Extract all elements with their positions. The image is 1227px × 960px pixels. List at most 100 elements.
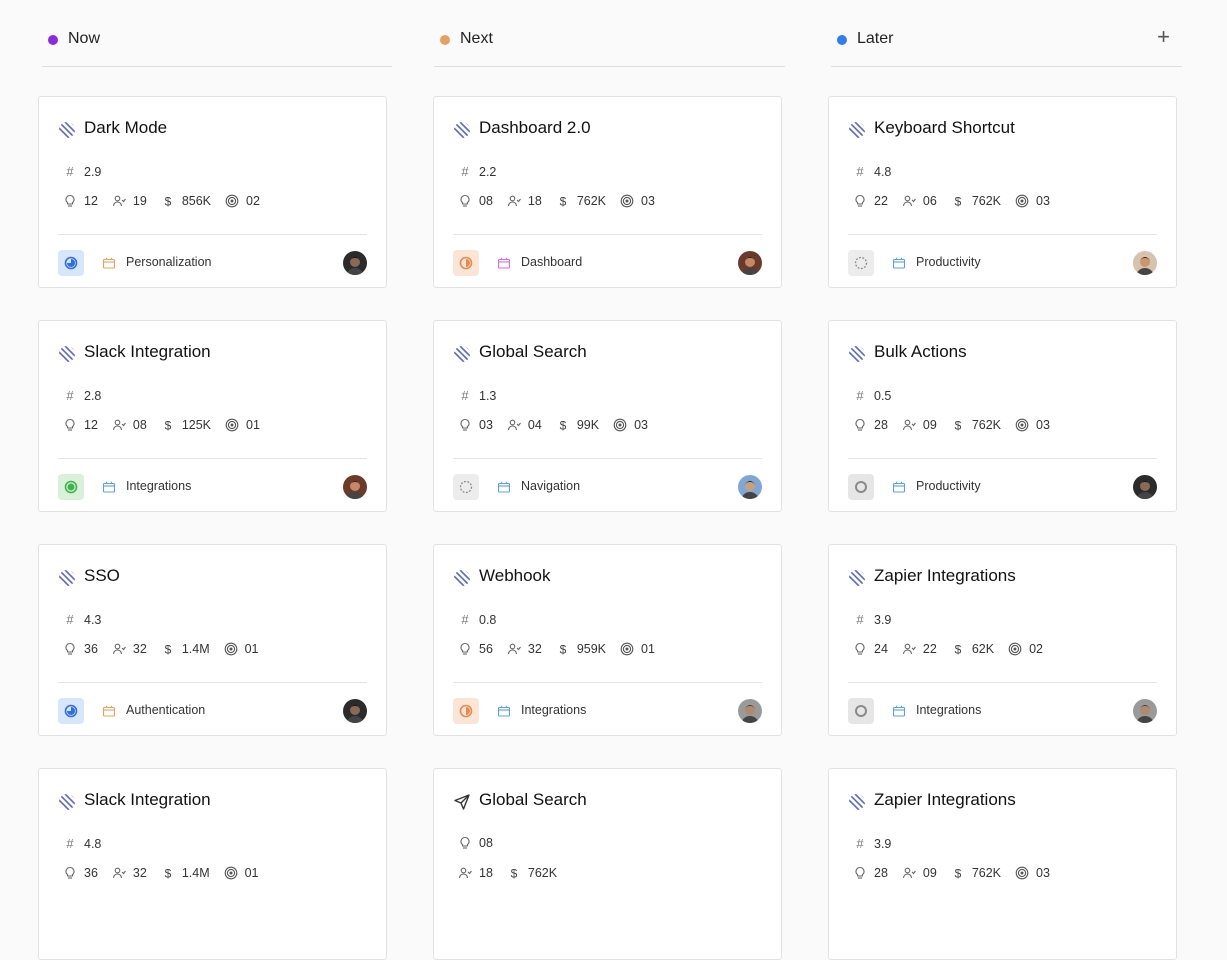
revenue-value-value: 762K [971,418,1002,432]
feature-card[interactable]: Slack Integration #2.8 12 08 $125K 01 Integrat… [38,320,387,512]
card-title: Slack Integration [84,342,211,361]
score-row: #0.5 [853,388,891,403]
ideas-count-value: 08 [479,836,493,850]
status-icon[interactable] [848,250,874,276]
feature-card[interactable]: SSO #4.3 36 32 $1.4M 01 Authentication [38,544,387,736]
revenue-value-value: 1.4M [181,866,210,880]
avatar[interactable] [738,699,762,723]
score-value: 1.3 [479,388,497,403]
users-icon [112,866,126,880]
goals-count-value: 03 [1036,418,1050,432]
ideas-count-value: 36 [84,866,98,880]
card-divider [58,234,367,235]
calendar-tag-icon [892,480,906,494]
status-icon[interactable] [58,474,84,500]
card-tag[interactable]: Productivity [916,255,981,269]
dollar-icon: $ [951,642,965,657]
card-tag[interactable]: Integrations [126,479,191,493]
bulb-icon [853,866,867,880]
metrics-row: 24 22 $62K 02 [853,642,1057,656]
feature-card[interactable]: Webhook #0.8 56 32 $959K 01 Integrations [433,544,782,736]
feature-card[interactable]: Zapier Integrations #3.9 28 09 $762K 03 [828,768,1177,960]
users-count-value: 09 [922,418,937,432]
target-icon [1015,418,1029,432]
paper-plane-icon [453,793,471,811]
linear-icon [453,345,471,363]
metrics-row: 22 06 $762K 03 [853,194,1064,208]
linear-icon [848,121,866,139]
card-tag[interactable]: Dashboard [521,255,582,269]
status-icon[interactable] [453,698,479,724]
card-tag[interactable]: Integrations [916,703,981,717]
ideas-count: 56 [458,642,493,656]
card-title: Zapier Integrations [874,566,1016,585]
status-icon[interactable] [848,474,874,500]
score-row: #2.9 [63,164,101,179]
avatar[interactable] [738,251,762,275]
score-row: #4.8 [853,164,891,179]
dollar-icon: $ [161,418,175,433]
status-icon[interactable] [453,250,479,276]
ideas-count-value: 03 [479,418,493,432]
card-tag[interactable]: Navigation [521,479,580,493]
card-tag[interactable]: Integrations [521,703,586,717]
hash-icon: # [66,164,74,179]
revenue-value-value: 125K [181,418,212,432]
feature-card[interactable]: Dashboard 2.0 #2.2 08 18 $762K 03 Dashboard [433,96,782,288]
feature-card[interactable]: Global Search 08 18 $762K [433,768,782,960]
ideas-count-value: 08 [479,194,493,208]
goals-count-value: 01 [244,866,259,880]
ideas-row: 08 [458,836,507,850]
card-title: Zapier Integrations [874,790,1016,809]
users-icon [507,642,521,656]
status-icon[interactable] [58,698,84,724]
svg-text:$: $ [164,867,171,881]
ideas-count: 36 [63,866,98,880]
avatar[interactable] [1133,475,1157,499]
status-icon[interactable] [453,474,479,500]
avatar[interactable] [343,251,367,275]
score-value: 3.9 [874,836,892,851]
ideas-count: 36 [63,642,98,656]
column-header-now: Now [42,28,392,67]
svg-text:$: $ [164,643,171,657]
avatar[interactable] [343,699,367,723]
feature-card[interactable]: Bulk Actions #0.5 28 09 $762K 03 Productivity [828,320,1177,512]
svg-text:$: $ [164,419,171,433]
add-icon[interactable]: + [1157,26,1170,48]
feature-card[interactable]: Global Search #1.3 03 04 $99K 03 Navigation [433,320,782,512]
card-tag[interactable]: Personalization [126,255,211,269]
avatar[interactable] [343,475,367,499]
users-icon [507,418,521,432]
revenue-value: $762K [951,418,1001,432]
score-value: 2.2 [479,164,497,179]
linear-icon [848,345,866,363]
target-icon [1015,866,1029,880]
dollar-icon: $ [556,642,570,657]
metrics-row: 36 32 $1.4M 01 [63,866,273,880]
metrics-row: 03 04 $99K 03 [458,418,662,432]
status-icon[interactable] [58,250,84,276]
target-icon [613,418,627,432]
feature-card[interactable]: Slack Integration #4.8 36 32 $1.4M 01 [38,768,387,960]
revenue-value-value: 762K [576,194,607,208]
calendar-tag-icon [497,480,511,494]
revenue-value-value: 856K [181,194,212,208]
users-count: 19 [112,194,147,208]
avatar[interactable] [1133,699,1157,723]
bulb-icon [853,642,867,656]
card-tag[interactable]: Productivity [916,479,981,493]
card-tag[interactable]: Authentication [126,703,205,717]
bulb-icon [853,194,867,208]
feature-card[interactable]: Zapier Integrations #3.9 24 22 $62K 02 Integra… [828,544,1177,736]
linear-icon [58,121,76,139]
card-title: SSO [84,566,120,585]
feature-card[interactable]: Dark Mode #2.9 12 19 $856K 02 Personalization [38,96,387,288]
revenue-value: $1.4M [161,642,209,657]
feature-card[interactable]: Keyboard Shortcut #4.8 22 06 $762K 03 Producti… [828,96,1177,288]
metrics-row: 56 32 $959K 01 [458,642,669,656]
avatar[interactable] [738,475,762,499]
avatar[interactable] [1133,251,1157,275]
status-icon[interactable] [848,698,874,724]
target-icon [225,194,239,208]
